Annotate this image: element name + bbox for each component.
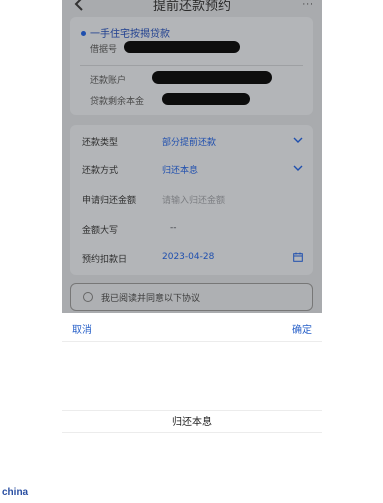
- repayment-form: 还款类型 部分提前还款 还款方式 归还本息 申请归还金额 请输入归还金额 金额大…: [70, 125, 313, 275]
- balance-label: 贷款剩余本金: [90, 97, 145, 107]
- agreement-box[interactable]: 我已阅读并同意以下协议: [70, 283, 313, 311]
- page-title: 提前还款预约: [152, 0, 231, 14]
- amount-upper-row: 金额大写 --: [70, 216, 313, 242]
- nav-bar: 提前还款预约 ···: [62, 0, 322, 14]
- date-row[interactable]: 预约扣款日 2023-04-28: [70, 245, 313, 271]
- calendar-icon[interactable]: [293, 252, 303, 262]
- contract-redacted: [124, 41, 240, 53]
- repay-method-value[interactable]: 归还本息: [162, 163, 198, 176]
- chevron-down-icon[interactable]: [293, 164, 303, 172]
- repay-method-label: 还款方式: [82, 166, 119, 176]
- account-label: 还款账户: [90, 76, 127, 86]
- divider: [80, 65, 303, 66]
- contract-label: 借据号: [90, 45, 118, 55]
- loan-type: 一手住宅按揭贷款: [90, 29, 170, 40]
- phone-screen: 提前还款预约 ··· 一手住宅按揭贷款 借据号 还款账户 贷款剩余本金 还款类型…: [62, 0, 322, 503]
- repay-type-value[interactable]: 部分提前还款: [162, 135, 216, 148]
- repay-method-row[interactable]: 还款方式 归还本息: [70, 156, 313, 182]
- agreement-text: 我已阅读并同意以下协议: [101, 294, 201, 304]
- amount-row[interactable]: 申请归还金额 请输入归还金额: [70, 186, 313, 212]
- watermark-text: china: [2, 487, 29, 498]
- picker-selection-bottom: [62, 432, 322, 433]
- app-background: 提前还款预约 ··· 一手住宅按揭贷款 借据号 还款账户 贷款剩余本金 还款类型…: [62, 0, 322, 313]
- picker-selection-top: [62, 410, 322, 411]
- date-label: 预约扣款日: [82, 255, 128, 265]
- cancel-button[interactable]: 取消: [72, 321, 92, 336]
- confirm-button[interactable]: 确定: [292, 321, 312, 336]
- amount-label: 申请归还金额: [82, 196, 137, 206]
- date-value[interactable]: 2023-04-28: [162, 252, 214, 262]
- repay-type-label: 还款类型: [82, 138, 119, 148]
- checkbox-circle-icon[interactable]: [83, 292, 93, 302]
- loan-dot-icon: [81, 31, 86, 36]
- amount-input[interactable]: 请输入归还金额: [162, 193, 225, 206]
- amount-upper-value: --: [170, 223, 177, 233]
- repay-type-row[interactable]: 还款类型 部分提前还款: [70, 128, 313, 154]
- balance-redacted: [162, 93, 250, 105]
- chevron-down-icon[interactable]: [293, 136, 303, 144]
- account-redacted: [152, 71, 272, 84]
- picker-option-selected[interactable]: 归还本息: [62, 413, 322, 431]
- loan-info-card: 一手住宅按揭贷款 借据号 还款账户 贷款剩余本金: [70, 17, 313, 115]
- picker-sheet: 取消 确定 归还本息: [62, 313, 322, 503]
- more-icon[interactable]: ···: [302, 0, 314, 10]
- picker-divider: [62, 341, 322, 342]
- amount-upper-label: 金额大写: [82, 226, 119, 236]
